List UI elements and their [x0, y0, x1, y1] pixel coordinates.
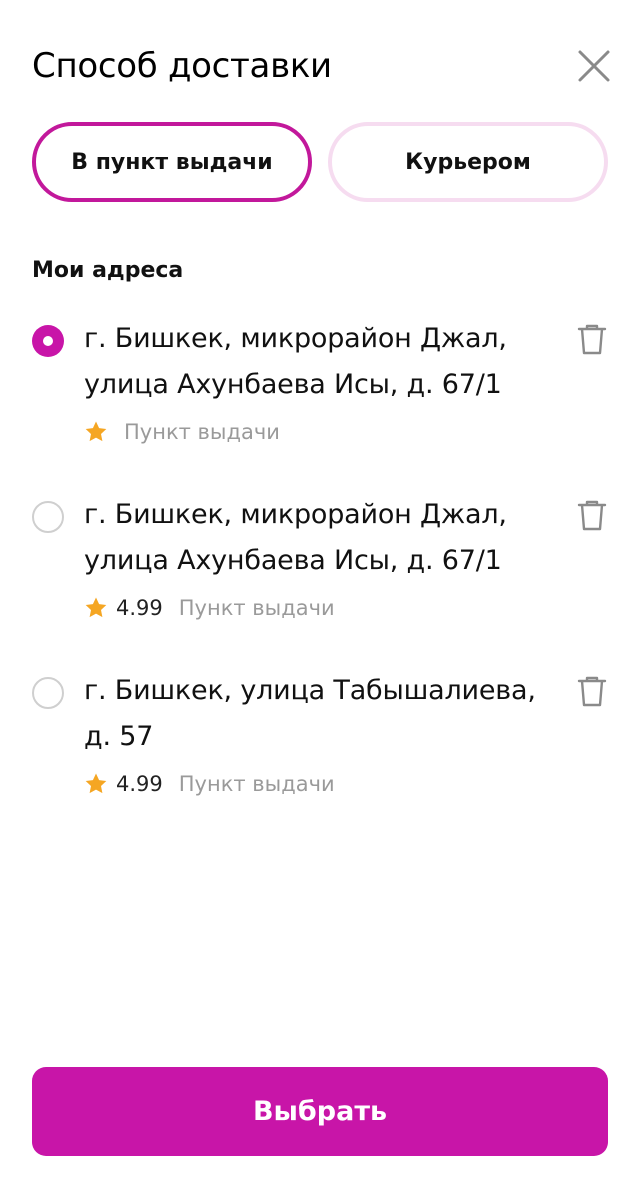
- select-button[interactable]: Выбрать: [32, 1067, 608, 1156]
- address-text: г. Бишкек, улица Табышалиева, д. 57: [84, 668, 554, 760]
- tab-pickup-point-label: В пункт выдачи: [71, 149, 273, 175]
- address-line-2: д. 57: [84, 721, 154, 752]
- address-type: Пункт выдачи: [178, 772, 335, 796]
- tab-pickup-point[interactable]: В пункт выдачи: [32, 122, 312, 202]
- address-line-1: г. Бишкек, микрорайон Джал,: [84, 323, 507, 354]
- radio-unselected-icon[interactable]: [32, 501, 64, 533]
- trash-icon[interactable]: [574, 673, 610, 709]
- address-rating: 4.99: [116, 596, 163, 620]
- radio-unselected-icon[interactable]: [32, 677, 64, 709]
- close-icon[interactable]: [574, 46, 614, 86]
- address-line-2: улица Ахунбаева Исы, д. 67/1: [84, 369, 502, 400]
- address-type: Пункт выдачи: [124, 420, 280, 444]
- address-line-2: улица Ахунбаева Исы, д. 67/1: [84, 545, 502, 576]
- address-meta: Пункт выдачи: [84, 417, 280, 447]
- address-line-1: г. Бишкек, улица Табышалиева,: [84, 675, 536, 706]
- address-rating: 4.99: [116, 772, 163, 796]
- delivery-method-tabs: В пункт выдачи Курьером: [32, 122, 608, 202]
- section-title-my-addresses: Мои адреса: [32, 258, 184, 283]
- address-type: Пункт выдачи: [178, 596, 335, 620]
- radio-selected-icon[interactable]: [32, 325, 64, 357]
- star-icon: [85, 421, 107, 442]
- address-line-1: г. Бишкек, микрорайон Джал,: [84, 499, 507, 530]
- page-title: Способ доставки: [32, 46, 332, 86]
- star-icon: [85, 597, 107, 618]
- star-icon: [85, 773, 107, 794]
- trash-icon[interactable]: [574, 321, 610, 357]
- address-meta: 4.99 Пункт выдачи: [84, 593, 335, 623]
- tab-courier[interactable]: Курьером: [328, 122, 608, 202]
- address-text: г. Бишкек, микрорайон Джал, улица Ахунба…: [84, 492, 554, 584]
- address-meta: 4.99 Пункт выдачи: [84, 769, 335, 799]
- select-button-label: Выбрать: [252, 1096, 388, 1127]
- trash-icon[interactable]: [574, 497, 610, 533]
- address-text: г. Бишкек, микрорайон Джал, улица Ахунба…: [84, 316, 554, 408]
- tab-courier-label: Курьером: [405, 149, 531, 175]
